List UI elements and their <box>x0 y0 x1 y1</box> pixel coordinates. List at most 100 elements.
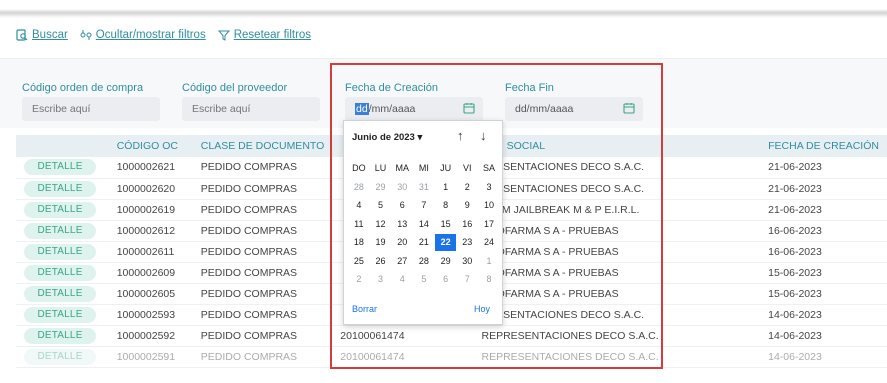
column-header-razon-social[interactable]: ZÓN SOCIAL <box>473 135 745 157</box>
calendar-day[interactable]: 18 <box>348 237 370 247</box>
fecha-cell: 16-06-2023 <box>760 241 887 263</box>
codigo-proveedor-input[interactable] <box>182 97 320 121</box>
calendar-day[interactable]: 28 <box>348 182 370 192</box>
codigo-proveedor-label: Código del proveedor <box>182 82 288 94</box>
fecha-cell: 15-06-2023 <box>760 262 887 285</box>
detalle-button[interactable]: DETALLE <box>24 243 96 260</box>
calendar-day[interactable]: 5 <box>370 200 392 210</box>
calendar-day[interactable]: 3 <box>478 182 500 192</box>
calendar-day[interactable]: 1 <box>435 182 457 192</box>
calendar-day[interactable]: 6 <box>391 200 413 210</box>
spacer-cell <box>744 262 761 285</box>
calendar-day[interactable]: 29 <box>435 256 457 266</box>
fecha-cell: 21-06-2023 <box>760 157 887 179</box>
codigo-oc-cell: 1000002592 <box>108 325 193 348</box>
table-row: DETALLE 1000002591 PEDIDO COMPRAS 201000614… <box>16 346 887 369</box>
calendar-day[interactable]: 8 <box>478 274 500 284</box>
clase-cell: PEDIDO COMPRAS <box>192 241 333 263</box>
calendar-day[interactable]: 7 <box>413 200 435 210</box>
calendar-day[interactable]: 4 <box>348 200 370 210</box>
clase-cell: PEDIDO COMPRAS <box>192 262 333 285</box>
detalle-button[interactable]: DETALLE <box>24 286 96 303</box>
column-header-clase-documento[interactable]: CLASE DE DOCUMENTO <box>192 135 333 157</box>
calendar-day[interactable]: 19 <box>370 237 392 247</box>
column-header-codigo-oc[interactable]: CÓDIGO OC <box>108 135 193 157</box>
calendar-day[interactable]: 8 <box>435 200 457 210</box>
calendar-day[interactable]: 17 <box>478 219 500 229</box>
calendar-day[interactable]: 5 <box>413 274 435 284</box>
detalle-cell: DETALLE <box>16 178 109 200</box>
today-button[interactable]: Hoy <box>474 304 490 314</box>
calendar-day[interactable]: 13 <box>391 219 413 229</box>
calendar-day[interactable]: 30 <box>456 256 478 266</box>
calendar-week-row: 2345678 <box>348 270 500 289</box>
calendar-day[interactable]: 25 <box>348 256 370 266</box>
calendar-day[interactable]: 2 <box>348 274 370 284</box>
detalle-button[interactable]: DETALLE <box>24 180 96 197</box>
razon-social-cell: CNOFARMA S A - PRUEBAS <box>473 241 745 263</box>
calendar-day[interactable]: 21 <box>413 237 435 247</box>
calendar-day[interactable]: 20 <box>391 237 413 247</box>
clear-date-button[interactable]: Borrar <box>352 304 377 314</box>
calendar-day[interactable]: 12 <box>370 219 392 229</box>
calendar-day[interactable]: 4 <box>391 274 413 284</box>
calendar-icon[interactable] <box>463 102 475 117</box>
reset-filters-button[interactable]: Resetear filtros <box>217 29 311 41</box>
spacer-cell <box>744 346 761 369</box>
table-row: DETALLE 1000002592 PEDIDO COMPRAS 201000614… <box>16 325 887 348</box>
detalle-button[interactable]: DETALLE <box>24 159 96 176</box>
calendar-day[interactable]: 23 <box>456 237 478 247</box>
detalle-button[interactable]: DETALLE <box>24 349 96 366</box>
column-header-fecha-creacion[interactable]: FECHA DE CREACIÓN <box>760 135 887 157</box>
calendar-day[interactable]: 11 <box>348 219 370 229</box>
fecha-creacion-input[interactable]: dd/mm/aaaa <box>345 97 483 121</box>
calendar-day[interactable]: 26 <box>370 256 392 266</box>
calendar-day[interactable]: 27 <box>391 256 413 266</box>
calendar-day[interactable]: 29 <box>370 182 392 192</box>
calendar-day[interactable]: 3 <box>370 274 392 284</box>
calendar-day[interactable]: 30 <box>391 182 413 192</box>
next-month-arrow-icon[interactable]: ↓ <box>480 128 487 143</box>
calendar-day[interactable]: 24 <box>478 237 500 247</box>
buscar-button[interactable]: Buscar <box>16 29 68 41</box>
detalle-cell: DETALLE <box>16 241 109 263</box>
calendar-day[interactable]: 7 <box>456 274 478 284</box>
codigo-oc-cell: 1000002609 <box>108 262 193 285</box>
calendar-day[interactable]: 1 <box>478 256 500 266</box>
calendar-day[interactable]: 10 <box>478 200 500 210</box>
calendar-day[interactable]: 6 <box>435 274 457 284</box>
calendar-day[interactable]: 9 <box>456 200 478 210</box>
calendar-icon[interactable] <box>623 102 635 117</box>
calendar-day[interactable]: 14 <box>413 219 435 229</box>
codigo-oc-cell: 1000002612 <box>108 220 193 242</box>
detalle-cell: DETALLE <box>16 157 109 179</box>
fecha-fin-value: dd/mm/aaaa <box>515 103 574 115</box>
calendar-day[interactable]: 31 <box>413 182 435 192</box>
calendar-day[interactable]: 16 <box>456 219 478 229</box>
calendar-day-selected[interactable]: 22 <box>434 233 457 251</box>
detalle-button[interactable]: DETALLE <box>24 328 96 345</box>
calendar-day[interactable]: 28 <box>413 256 435 266</box>
detalle-cell: DETALLE <box>16 346 109 369</box>
detalle-button[interactable]: DETALLE <box>24 201 96 218</box>
detalle-button[interactable]: DETALLE <box>24 222 96 239</box>
previous-month-arrow-icon[interactable]: ↑ <box>457 128 464 143</box>
spacer-cell <box>744 283 761 306</box>
toolbar: Buscar Ocultar/mostrar filtros Resetear … <box>16 27 323 43</box>
detalle-cell: DETALLE <box>16 220 109 242</box>
codigo-oc-input[interactable] <box>22 97 160 121</box>
calendar-day[interactable]: 15 <box>435 219 457 229</box>
clase-cell: PEDIDO COMPRAS <box>192 283 333 306</box>
spacer-cell <box>744 304 761 327</box>
fecha-cell: 15-06-2023 <box>760 283 887 306</box>
detalle-button[interactable]: DETALLE <box>24 307 96 324</box>
fecha-fin-input[interactable]: dd/mm/aaaa <box>505 97 643 121</box>
month-year-selector[interactable]: Junio de 2023 ▾ <box>352 132 422 143</box>
razon-social-cell: CNOFARMA S A - PRUEBAS <box>473 262 745 285</box>
clase-cell: PEDIDO COMPRAS <box>192 178 333 200</box>
detalle-button[interactable]: DETALLE <box>24 265 96 282</box>
detalle-cell: DETALLE <box>16 199 109 221</box>
toggle-filters-button[interactable]: Ocultar/mostrar filtros <box>80 29 206 41</box>
calendar-day[interactable]: 2 <box>456 182 478 192</box>
clase-cell: PEDIDO COMPRAS <box>192 304 333 327</box>
